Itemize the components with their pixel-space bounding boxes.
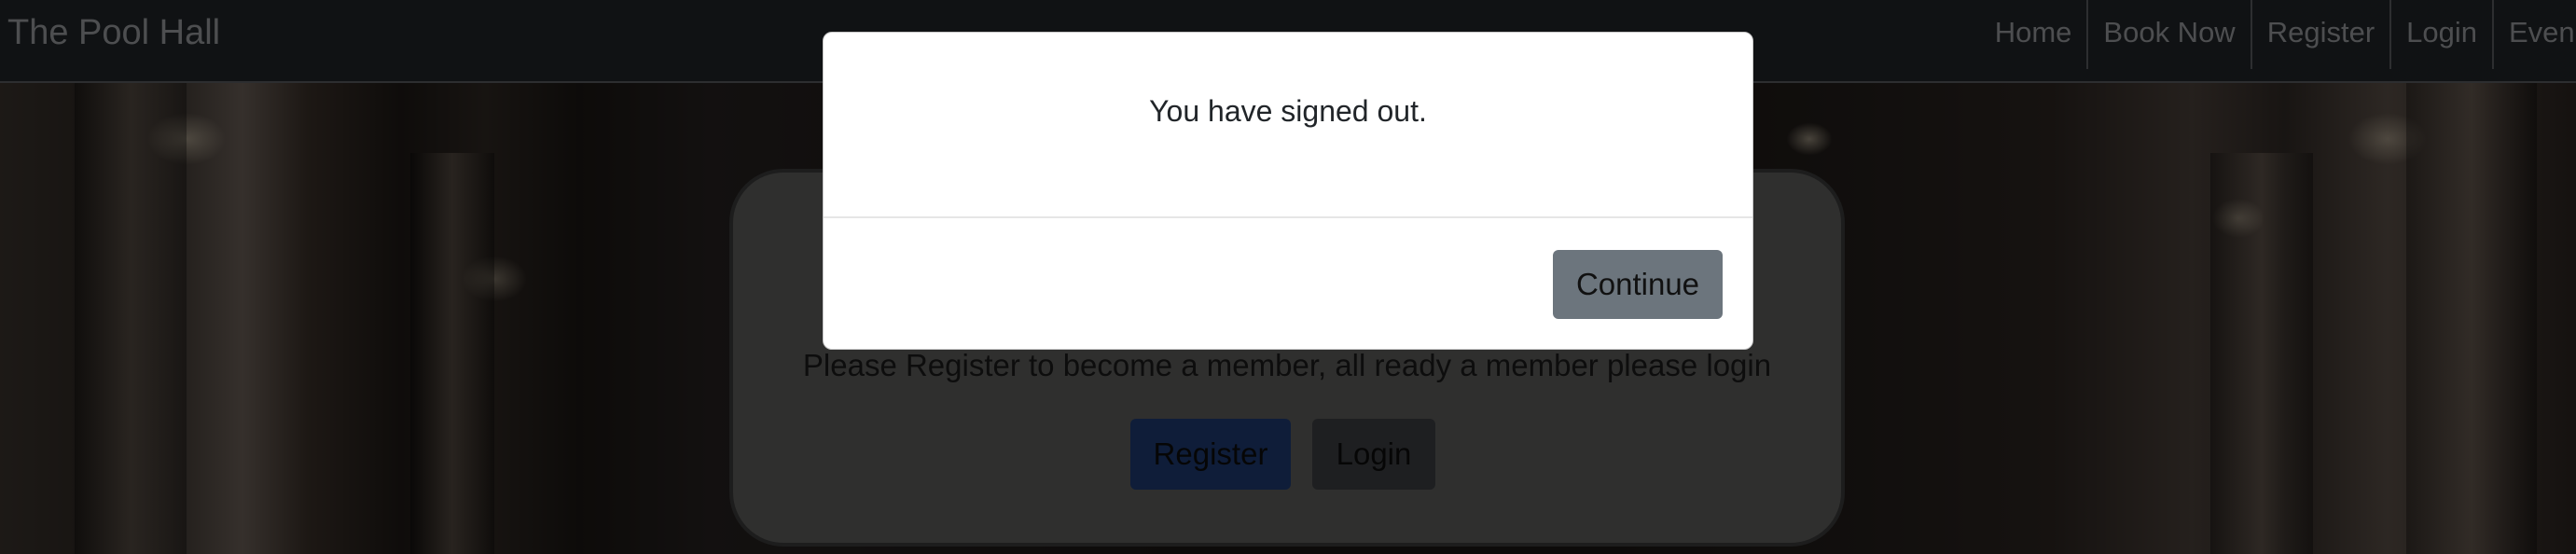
continue-button[interactable]: Continue	[1553, 250, 1723, 319]
modal-message: You have signed out.	[1149, 94, 1427, 128]
modal-body: You have signed out.	[824, 33, 1752, 218]
signout-modal: You have signed out. Continue	[823, 32, 1753, 350]
